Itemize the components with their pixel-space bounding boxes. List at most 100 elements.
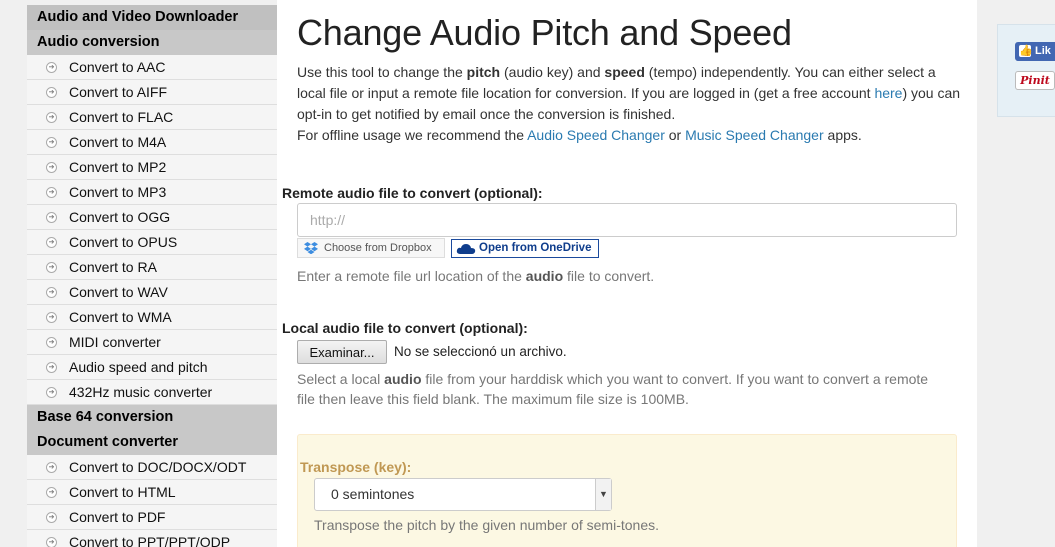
transpose-selected-value: 0 semintones: [331, 486, 415, 502]
chevron-down-icon[interactable]: ▼: [595, 479, 611, 510]
arrow-icon: ➔: [46, 212, 57, 223]
music-speed-changer-link[interactable]: Music Speed Changer: [685, 127, 824, 143]
intro-text-part: For offline usage we recommend the: [297, 127, 528, 143]
sidebar-item-label: Audio speed and pitch: [69, 359, 208, 375]
help-text-part: Select a local: [297, 371, 385, 387]
sidebar-item-aiff[interactable]: ➔ Convert to AIFF: [27, 80, 277, 105]
intro-text-part: (audio key) and: [500, 64, 605, 80]
sidebar-item-label: Convert to HTML: [69, 484, 176, 500]
sidebar-section-audio-video-downloader[interactable]: Audio and Video Downloader: [27, 5, 277, 30]
arrow-icon: ➔: [46, 262, 57, 273]
dropbox-icon: [304, 242, 318, 254]
intro-text-part: Use this tool to change the: [297, 64, 467, 80]
arrow-icon: ➔: [46, 362, 57, 373]
sidebar-item-mp3[interactable]: ➔ Convert to MP3: [27, 180, 277, 205]
arrow-icon: ➔: [46, 187, 57, 198]
sidebar-item-ra[interactable]: ➔ Convert to RA: [27, 255, 277, 280]
sidebar-item-label: Convert to PDF: [69, 509, 166, 525]
sidebar-item-midi[interactable]: ➔ MIDI converter: [27, 330, 277, 355]
local-help-text: Select a local audio file from your hard…: [297, 369, 957, 409]
intro-text: Use this tool to change the pitch (audio…: [297, 62, 962, 146]
onedrive-cloud-icon: [456, 244, 476, 254]
sidebar-section-audio-conversion[interactable]: Audio conversion: [27, 30, 277, 55]
help-text-part: Enter a remote file url location of the: [297, 268, 526, 284]
sidebar-item-aac[interactable]: ➔ Convert to AAC: [27, 55, 277, 80]
sidebar-item-label: Convert to OPUS: [69, 234, 178, 250]
facebook-thumb-icon: 👍: [1019, 45, 1033, 57]
audio-speed-changer-link[interactable]: Audio Speed Changer: [527, 127, 665, 143]
onedrive-button[interactable]: Open from OneDrive: [451, 239, 599, 258]
sidebar-item-label: Convert to AAC: [69, 59, 166, 75]
sidebar-item-label: Convert to OGG: [69, 209, 171, 225]
sidebar-item-html[interactable]: ➔ Convert to HTML: [27, 480, 277, 505]
intro-bold-speed: speed: [604, 64, 645, 80]
help-text-part: file to convert.: [563, 268, 655, 284]
arrow-icon: ➔: [46, 462, 57, 473]
sidebar-item-opus[interactable]: ➔ Convert to OPUS: [27, 230, 277, 255]
arrow-icon: ➔: [46, 112, 57, 123]
sidebar-item-mp2[interactable]: ➔ Convert to MP2: [27, 155, 277, 180]
sidebar-item-label: Convert to FLAC: [69, 109, 174, 125]
arrow-icon: ➔: [46, 287, 57, 298]
onedrive-label: Open from OneDrive: [479, 242, 592, 254]
remote-file-label: Remote audio file to convert (optional):: [282, 185, 543, 201]
arrow-icon: ➔: [46, 162, 57, 173]
sidebar-item-pdf[interactable]: ➔ Convert to PDF: [27, 505, 277, 530]
help-bold: audio: [525, 268, 564, 284]
sidebar-item-label: Convert to DOC/DOCX/ODT: [69, 459, 247, 475]
remote-url-input[interactable]: [297, 203, 957, 237]
remote-help-text: Enter a remote file url location of the …: [297, 266, 654, 286]
transpose-select[interactable]: 0 semintones ▼: [314, 478, 612, 511]
arrow-icon: ➔: [46, 137, 57, 148]
sidebar-item-ppt[interactable]: ➔ Convert to PPT/PPT/ODP: [27, 530, 277, 547]
arrow-icon: ➔: [46, 87, 57, 98]
arrow-icon: ➔: [46, 487, 57, 498]
arrow-icon: ➔: [46, 312, 57, 323]
intro-text-part: apps.: [823, 127, 862, 143]
help-text-part: file from your harddisk which you want t…: [421, 371, 929, 387]
arrow-icon: ➔: [46, 237, 57, 248]
pinterest-button[interactable]: Pinit: [1015, 71, 1055, 90]
facebook-like-button[interactable]: 👍 Lik: [1015, 42, 1055, 61]
sidebar-item-label: Convert to AIFF: [69, 84, 168, 100]
file-status-text: No se seleccionó un archivo.: [394, 344, 567, 359]
sidebar-item-m4a[interactable]: ➔ Convert to M4A: [27, 130, 277, 155]
arrow-icon: ➔: [46, 387, 57, 398]
sidebar-section-document-converter[interactable]: Document converter: [27, 430, 277, 455]
help-bold: audio: [384, 371, 422, 387]
facebook-like-label: Lik: [1035, 45, 1051, 57]
register-link[interactable]: here: [874, 85, 902, 101]
sidebar-item-label: Convert to MP3: [69, 184, 167, 200]
sidebar-item-flac[interactable]: ➔ Convert to FLAC: [27, 105, 277, 130]
sidebar-item-label: Convert to WMA: [69, 309, 172, 325]
sidebar-item-label: Convert to MP2: [69, 159, 167, 175]
arrow-icon: ➔: [46, 537, 57, 547]
transpose-help-text: Transpose the pitch by the given number …: [314, 517, 659, 533]
intro-text-part: or: [664, 127, 686, 143]
arrow-icon: ➔: [46, 337, 57, 348]
sidebar-item-ogg[interactable]: ➔ Convert to OGG: [27, 205, 277, 230]
local-file-label: Local audio file to convert (optional):: [282, 320, 528, 336]
sidebar-item-432hz[interactable]: ➔ 432Hz music converter: [27, 380, 277, 405]
browse-file-button[interactable]: Examinar...: [297, 340, 387, 364]
sidebar-item-label: Convert to WAV: [69, 284, 168, 300]
sidebar-item-wav[interactable]: ➔ Convert to WAV: [27, 280, 277, 305]
social-share-panel: 👍 Lik Pinit: [997, 24, 1055, 117]
sidebar-item-label: 432Hz music converter: [69, 384, 213, 400]
main-content: Change Audio Pitch and Speed Use this to…: [277, 0, 977, 547]
arrow-icon: ➔: [46, 512, 57, 523]
intro-bold-pitch: pitch: [466, 64, 501, 80]
dropbox-button[interactable]: Choose from Dropbox: [297, 238, 445, 258]
sidebar-item-audio-speed-pitch[interactable]: ➔ Audio speed and pitch: [27, 355, 277, 380]
sidebar-section-base64[interactable]: Base 64 conversion: [27, 405, 277, 430]
transpose-label: Transpose (key):: [300, 459, 412, 475]
conversion-options-panel: Transpose (key): 0 semintones ▼ Transpos…: [297, 434, 957, 547]
sidebar-item-wma[interactable]: ➔ Convert to WMA: [27, 305, 277, 330]
sidebar-item-label: Convert to RA: [69, 259, 157, 275]
arrow-icon: ➔: [46, 62, 57, 73]
sidebar-item-doc[interactable]: ➔ Convert to DOC/DOCX/ODT: [27, 455, 277, 480]
page-title: Change Audio Pitch and Speed: [297, 12, 792, 53]
sidebar-item-label: MIDI converter: [69, 334, 161, 350]
sidebar: Audio and Video Downloader Audio convers…: [27, 5, 277, 547]
sidebar-item-label: Convert to M4A: [69, 134, 167, 150]
